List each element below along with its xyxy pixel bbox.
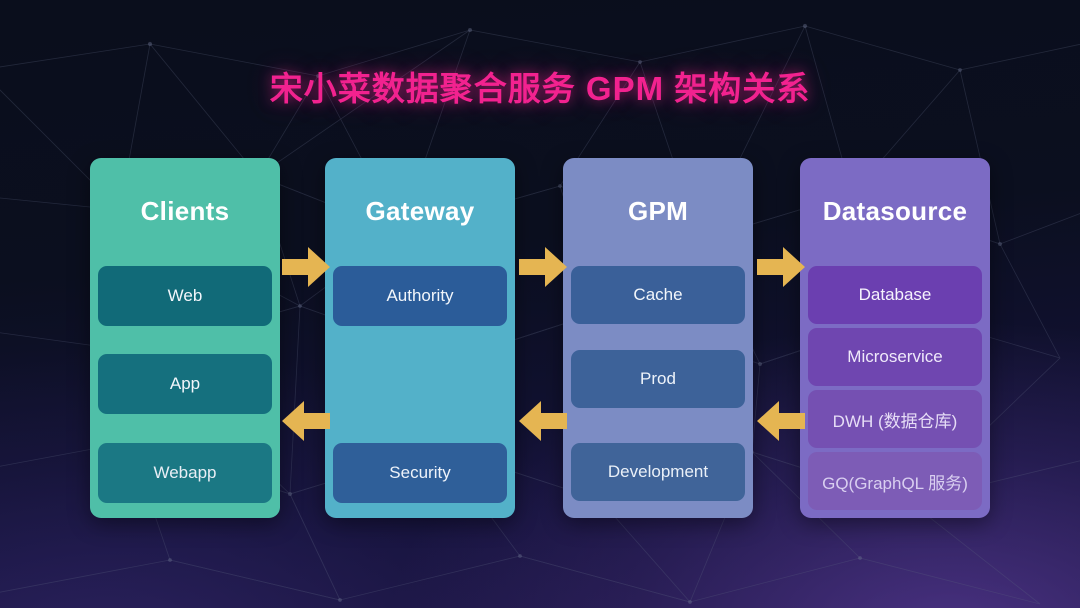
slide-title: 宋小菜数据聚合服务 GPM 架构关系 — [269, 70, 811, 107]
item-clients-2[interactable]: App — [98, 354, 272, 414]
item-gpm-1[interactable]: Cache — [571, 266, 745, 324]
arrow-clients-to-gateway — [282, 244, 330, 290]
column-title-datasource: Datasource — [822, 196, 968, 226]
column-title-gpm: GPM — [627, 196, 689, 226]
column-gpm: GPM Cache Prod Development — [563, 158, 753, 518]
arrow-gateway-to-clients — [282, 398, 330, 444]
slide-canvas: 宋小菜数据聚合服务 GPM 架构关系 Clients Web App Webapp Ga… — [0, 0, 1080, 608]
arrow-gpm-to-gateway — [519, 398, 567, 444]
item-clients-3[interactable]: Webapp — [98, 443, 272, 503]
item-gateway-1[interactable]: Authority — [333, 266, 507, 326]
item-datasource-3[interactable]: DWH (数据仓库) — [808, 390, 982, 448]
item-clients-1[interactable]: Web — [98, 266, 272, 326]
arrow-gateway-to-gpm — [519, 244, 567, 290]
item-gateway-2[interactable]: Security — [333, 443, 507, 503]
item-gpm-2[interactable]: Prod — [571, 350, 745, 408]
column-title-clients: Clients — [140, 196, 230, 226]
item-gpm-3[interactable]: Development — [571, 443, 745, 501]
column-gateway: Gateway Authority Security — [325, 158, 515, 518]
item-datasource-1[interactable]: Database — [808, 266, 982, 324]
arrow-datasource-to-gpm — [757, 398, 805, 444]
column-title-gateway: Gateway — [365, 196, 475, 226]
item-datasource-4[interactable]: GQ(GraphQL 服务) — [808, 452, 982, 510]
arrow-gpm-to-datasource — [757, 244, 805, 290]
column-clients: Clients Web App Webapp — [90, 158, 280, 518]
item-datasource-2[interactable]: Microservice — [808, 328, 982, 386]
column-datasource: Datasource Database Microservice DWH (数据仓库)… — [800, 158, 990, 518]
architecture-diagram: Clients Web App Webapp Gateway Authority Secur… — [90, 158, 990, 518]
